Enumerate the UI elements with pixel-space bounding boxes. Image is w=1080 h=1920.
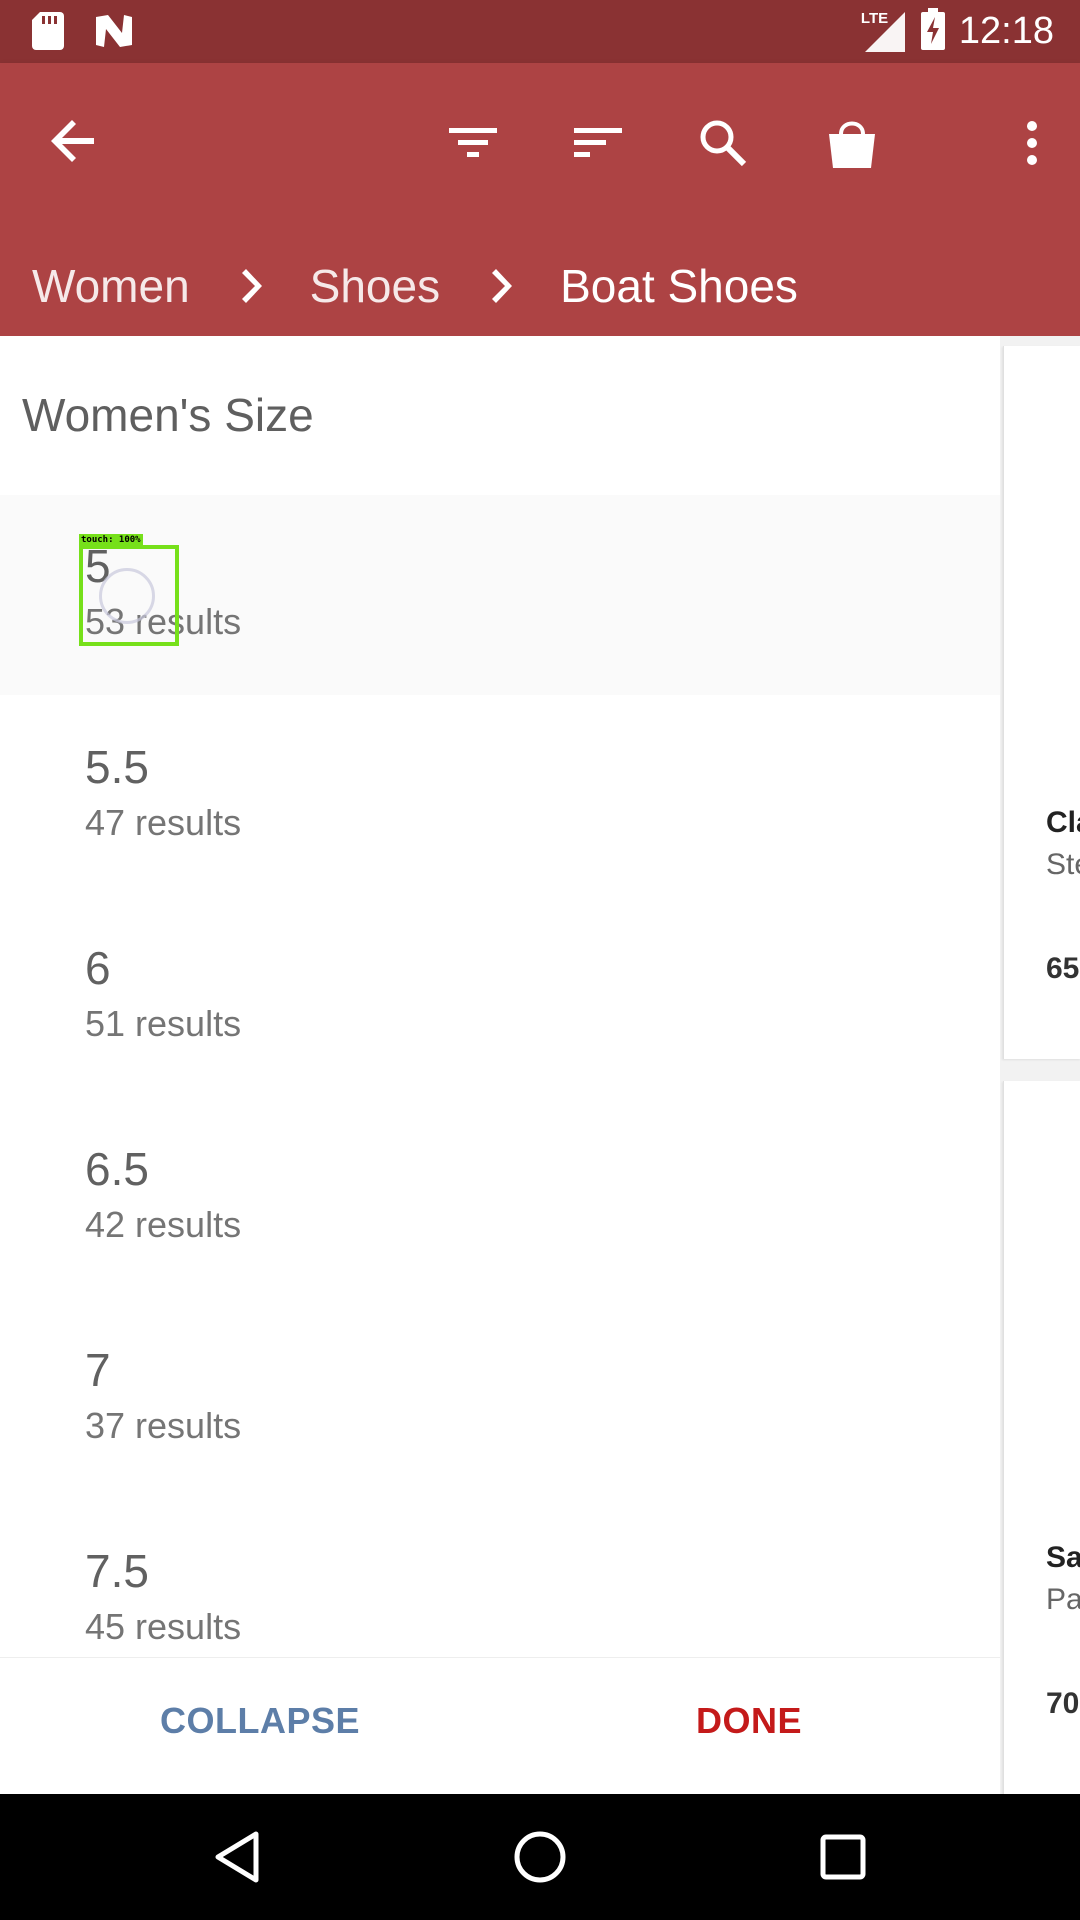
size-option[interactable]: 6 51 results (0, 897, 1000, 1097)
home-circle-icon[interactable] (505, 1822, 575, 1892)
size-value: 6.5 (85, 1143, 149, 1195)
done-button[interactable]: DONE (696, 1700, 802, 1742)
back-triangle-icon[interactable] (202, 1822, 272, 1892)
clock: 12:18 (958, 10, 1054, 52)
product-card[interactable]: Cla Ste 65 (1003, 346, 1080, 1059)
size-result-count: 45 results (85, 1606, 242, 1647)
product-brand: Ste (1046, 848, 1080, 881)
panel-title: Women's Size (22, 389, 314, 441)
size-value: 7 (85, 1344, 111, 1396)
product-card[interactable]: Sa Pa 70 (1003, 1081, 1080, 1794)
signal-icon: LTE (861, 10, 907, 54)
panel-action-bar: COLLAPSE DONE (0, 1657, 1000, 1795)
size-result-count: 37 results (85, 1405, 242, 1446)
product-price: 65 (1046, 952, 1080, 985)
size-value: 5.5 (85, 741, 149, 793)
size-value: 6 (85, 942, 111, 994)
arrow-left-icon[interactable] (46, 113, 102, 169)
breadcrumb-boat-shoes: Boat Shoes (560, 260, 798, 312)
collapse-button[interactable]: COLLAPSE (160, 1700, 360, 1742)
size-result-count: 51 results (85, 1003, 242, 1044)
breadcrumb-shoes[interactable]: Shoes (310, 259, 440, 313)
breadcrumb-women[interactable]: Women (32, 259, 190, 313)
product-grid-peek: Cla Ste 65 Sa Pa 70 (1000, 336, 1080, 1794)
touch-indicator-label: touch: 100% (79, 534, 143, 546)
product-brand: Pa (1046, 1583, 1080, 1616)
size-result-count: 42 results (85, 1204, 242, 1245)
product-price: 70 (1046, 1687, 1080, 1720)
sd-card-icon (32, 12, 64, 55)
recents-square-icon[interactable] (808, 1822, 878, 1892)
status-bar: LTE 12:18 (0, 0, 1080, 63)
chevron-right-icon (476, 262, 524, 310)
sort-icon[interactable] (558, 103, 638, 183)
n-notification-icon (94, 13, 134, 54)
filter-icon[interactable] (433, 103, 513, 183)
size-result-count: 47 results (85, 802, 242, 843)
product-name: Cla (1046, 806, 1080, 839)
chevron-right-icon (226, 262, 274, 310)
navigation-bar (0, 1794, 1080, 1920)
size-option[interactable]: 6.5 42 results (0, 1098, 1000, 1298)
more-vert-icon[interactable] (1002, 103, 1062, 183)
breadcrumb: Women Shoes Boat Shoes (32, 246, 798, 326)
product-name: Sa (1046, 1541, 1080, 1574)
search-icon[interactable] (683, 103, 763, 183)
touch-indicator-box (79, 545, 179, 646)
shopping-bag-icon[interactable] (812, 103, 892, 183)
battery-charging-icon (920, 8, 945, 55)
size-option[interactable]: 7 37 results (0, 1299, 1000, 1499)
app-bar: Women Shoes Boat Shoes (0, 63, 1080, 336)
size-value: 7.5 (85, 1545, 149, 1597)
size-option[interactable]: 5.5 47 results (0, 696, 1000, 896)
